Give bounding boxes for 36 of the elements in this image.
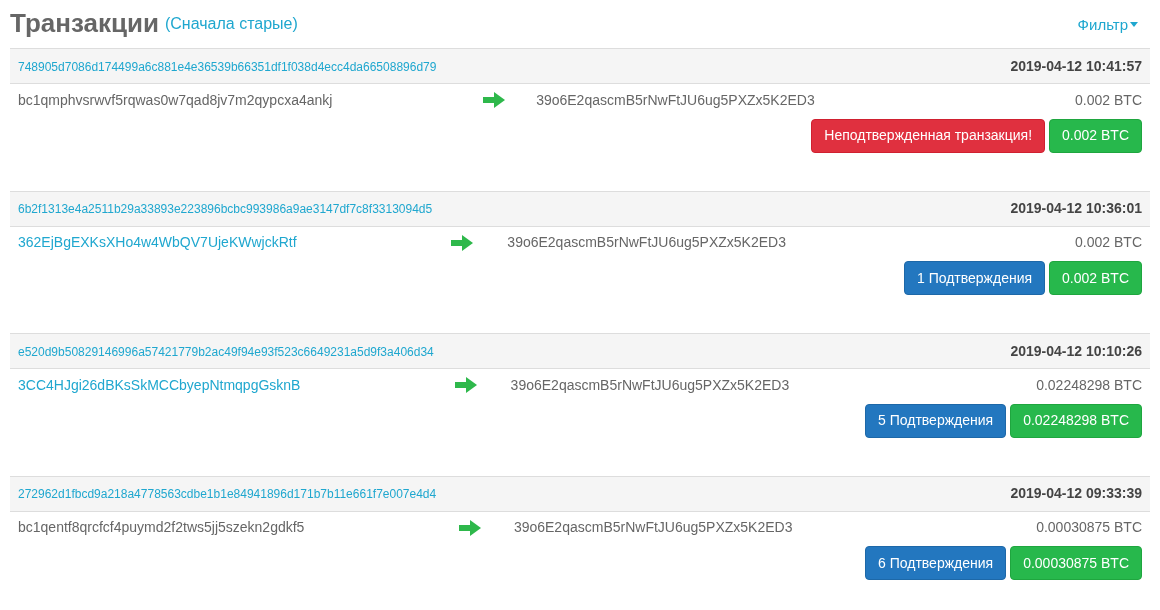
sender-address-link[interactable]: 3CC4HJgi26dBKsSkMCCbyepNtmqpgGsknB [18,376,301,393]
transaction-time: 2019-04-12 10:36:01 [1010,200,1142,216]
recipient-address: 39o6E2qascmB5rNwFtJU6ug5PXZx5K2ED3 [536,91,815,108]
right-arrow-icon [482,92,505,109]
transaction-time: 2019-04-12 09:33:39 [1010,485,1142,501]
total-badge: 0.002 BTC [1049,118,1142,153]
amount: 0.02248298 BTC [1036,376,1142,393]
total-badge: 0.002 BTC [1049,261,1142,295]
status-badge: 6 Подтверждения [865,546,1007,580]
amount: 0.00030875 BTC [1036,519,1142,536]
transaction-time: 2019-04-12 10:41:57 [1010,57,1142,74]
filter-dropdown-button[interactable]: Фильтр [1077,13,1138,36]
caret-icon [1130,22,1138,28]
status-badge: Неподтвержденная транзакция! [811,118,1046,153]
right-arrow-icon [455,377,477,394]
right-arrow-icon [451,234,474,251]
amount: 0.002 BTC [1075,91,1142,108]
recipient-address: 39o6E2qascmB5rNwFtJU6ug5PXZx5K2ED3 [507,234,786,251]
recipient-address: 39o6E2qascmB5rNwFtJU6ug5PXZx5K2ED3 [513,519,793,536]
sender-address-link[interactable]: 362EjBgEXKsXHo4w4WbQV7UjeKWwjckRtf [18,234,297,251]
amount: 0.002 BTC [1075,234,1142,251]
total-badge: 0.00030875 BTC [1010,546,1142,580]
transaction-hash-link[interactable]: e520d9b50829146996a57421779b2ac49f94e93f523c6649231a5d9f3a406d34 [18,344,434,359]
right-arrow-icon [458,519,481,536]
sender-address: bc1qentf8qrcfcf4puymd2f2tws5jj5szekn2gdkf5 [18,519,305,536]
transaction-time: 2019-04-12 10:10:26 [1010,342,1142,359]
sort-order-link[interactable]: (Сначала старые) [164,12,298,36]
status-badge: 5 Подтверждения [865,403,1007,438]
transaction-hash-link[interactable]: 748905d7086d174499a6c881e4e36539b66351df1f038d4ecc4da66508896d79 [18,59,437,74]
sender-address: bc1qmphvsrwvf5rqwas0w7qad8jv7m2qypcxa4ankj [18,91,333,108]
recipient-address: 39o6E2qascmB5rNwFtJU6ug5PXZx5K2ED3 [510,376,790,393]
page-title: Транзакции [10,8,159,38]
status-badge: 1 Подтверждения [903,261,1046,295]
transaction-hash-link[interactable]: 272962d1fbcd9a218a4778563cdbe1b1e84941896d171b7b11e661f7e007e4d4 [18,487,437,501]
transaction-hash-link[interactable]: 6b2f1313e4a2511b29a33893e223896bcbc993986a9ae3147df7c8f3313094d5 [18,202,433,216]
total-badge: 0.02248298 BTC [1010,403,1142,438]
